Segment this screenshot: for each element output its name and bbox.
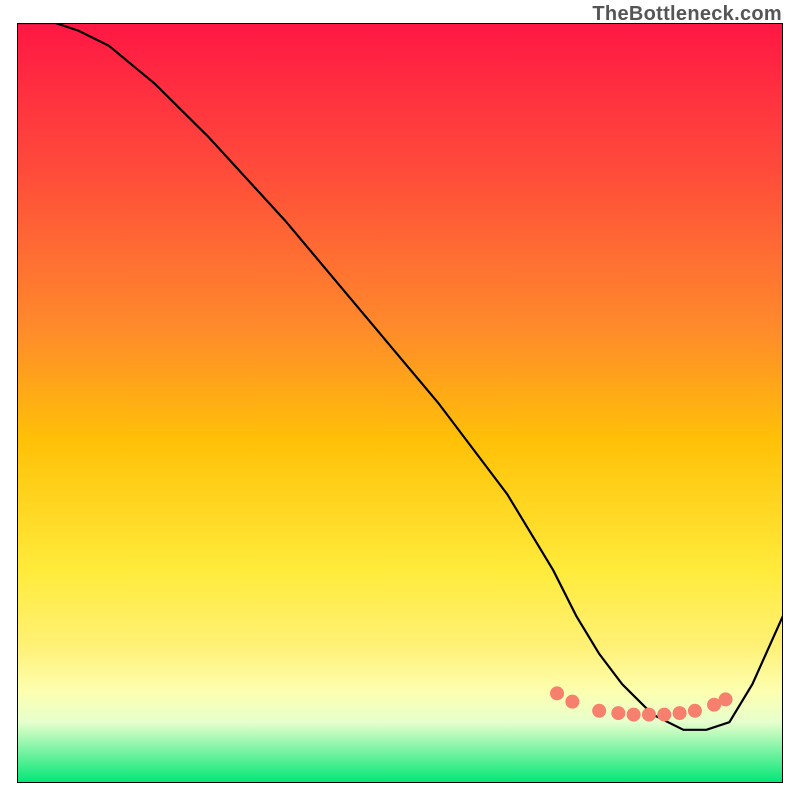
marker-dot: [673, 706, 687, 720]
chart-container: TheBottleneck.com: [0, 0, 800, 800]
marker-dot: [565, 695, 579, 709]
plot-area: [17, 23, 783, 783]
gradient-background: [17, 23, 783, 783]
marker-dot: [592, 704, 606, 718]
marker-dot: [657, 708, 671, 722]
marker-dot: [719, 692, 733, 706]
marker-dot: [627, 708, 641, 722]
marker-dot: [642, 708, 656, 722]
marker-dot: [688, 704, 702, 718]
marker-dot: [611, 706, 625, 720]
marker-dot: [550, 686, 564, 700]
chart-svg: [17, 23, 783, 783]
